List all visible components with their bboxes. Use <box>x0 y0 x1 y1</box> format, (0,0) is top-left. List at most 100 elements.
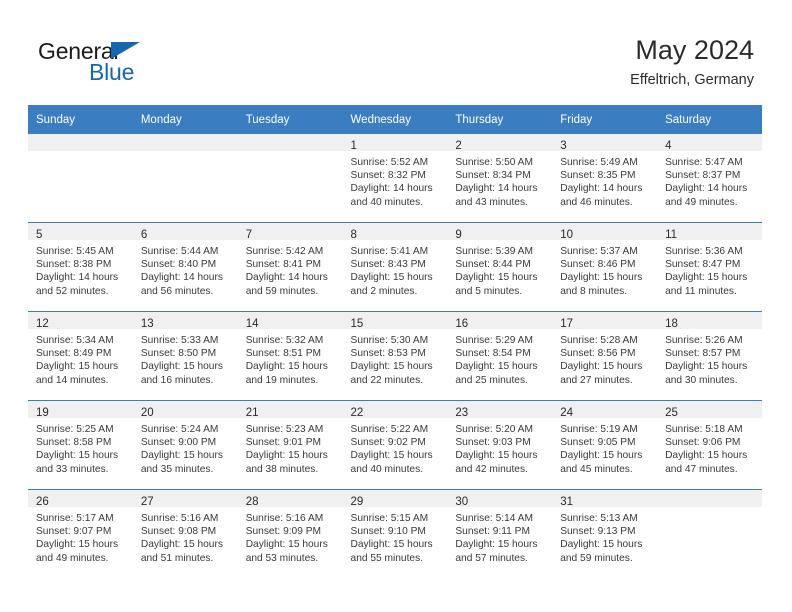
sunset-text: Sunset: 8:37 PM <box>665 170 741 182</box>
day-number: 18 <box>665 318 678 330</box>
calendar-day-cell[interactable]: 5 Sunrise: 5:45 AM Sunset: 8:38 PM Daylight… <box>28 222 133 312</box>
daylight-text: Daylight: 14 hours and 49 minutes. <box>665 183 748 208</box>
day-details: Sunrise: 5:20 AM Sunset: 9:03 PM Daylight:… <box>447 418 552 476</box>
sunrise-text: Sunrise: 5:16 AM <box>245 513 324 524</box>
calendar-day-cell[interactable]: 27 Sunrise: 5:16 AM Sunset: 9:08 PM Dayligh… <box>132 489 238 578</box>
day-number-band: 18 <box>657 312 762 330</box>
daylight-text: Daylight: 15 hours and 8 minutes. <box>560 272 643 297</box>
day-number: 20 <box>140 407 154 419</box>
daylight-text: Daylight: 15 hours and 55 minutes. <box>350 539 433 564</box>
day-details: Sunrise: 5:36 AM Sunset: 8:47 PM Daylight:… <box>657 240 762 298</box>
day-number: 31 <box>560 496 574 508</box>
general-blue-logo[interactable]: General Blue <box>38 38 218 90</box>
day-details: Sunrise: 5:28 AM Sunset: 8:56 PM Daylight:… <box>552 329 657 387</box>
weekday-header-thursday: Thursday <box>447 105 553 134</box>
title-block: May 2024 Effeltrich, Germany <box>630 34 754 90</box>
calendar-day-cell[interactable]: 8 Sunrise: 5:41 AM Sunset: 8:43 PM Daylight… <box>342 222 448 312</box>
calendar-day-cell[interactable]: 31 Sunrise: 5:13 AM Sunset: 9:13 PM Dayligh… <box>552 489 658 578</box>
calendar-day-cell[interactable]: 20 Sunrise: 5:24 AM Sunset: 9:00 PM Dayligh… <box>132 400 238 490</box>
sunset-text: Sunset: 8:44 PM <box>455 259 531 271</box>
sunrise-text: Sunrise: 5:20 AM <box>455 424 533 435</box>
calendar-day-cell[interactable]: 3 Sunrise: 5:49 AM Sunset: 8:35 PM Daylight… <box>552 134 658 223</box>
calendar-day-cell[interactable]: 29 Sunrise: 5:15 AM Sunset: 9:10 PM Dayligh… <box>342 489 448 578</box>
calendar-empty-cell <box>237 134 343 223</box>
sunset-text: Sunset: 8:34 PM <box>455 170 531 182</box>
sunrise-text: Sunrise: 5:50 AM <box>455 157 533 168</box>
sunset-text: Sunset: 8:58 PM <box>36 437 112 449</box>
sunrise-text: Sunrise: 5:32 AM <box>245 335 324 346</box>
calendar-day-cell[interactable]: 13 Sunrise: 5:33 AM Sunset: 8:50 PM Dayligh… <box>132 311 238 401</box>
calendar-day-cell[interactable]: 17 Sunrise: 5:28 AM Sunset: 8:56 PM Dayligh… <box>552 311 658 401</box>
calendar-day-cell[interactable]: 15 Sunrise: 5:30 AM Sunset: 8:53 PM Dayligh… <box>342 311 448 401</box>
day-number: 29 <box>350 496 364 508</box>
sunrise-text: Sunrise: 5:41 AM <box>350 246 429 257</box>
day-number-band: 9 <box>447 223 553 241</box>
daylight-text: Daylight: 15 hours and 51 minutes. <box>140 539 223 564</box>
calendar-day-cell[interactable]: 28 Sunrise: 5:16 AM Sunset: 9:09 PM Dayligh… <box>237 489 343 578</box>
sunrise-text: Sunrise: 5:19 AM <box>560 424 638 435</box>
day-cell-content <box>657 490 762 578</box>
day-number-band: 12 <box>28 312 133 330</box>
calendar-day-cell[interactable]: 7 Sunrise: 5:42 AM Sunset: 8:41 PM Daylight… <box>237 222 343 312</box>
day-number: 27 <box>140 496 154 508</box>
calendar-day-cell[interactable]: 12 Sunrise: 5:34 AM Sunset: 8:49 PM Dayligh… <box>28 311 133 401</box>
calendar-day-cell[interactable]: 2 Sunrise: 5:50 AM Sunset: 8:34 PM Daylight… <box>447 134 553 223</box>
daylight-text: Daylight: 15 hours and 40 minutes. <box>350 450 433 475</box>
sunrise-text: Sunrise: 5:25 AM <box>36 424 114 435</box>
day-number: 2 <box>455 140 462 152</box>
calendar-day-cell[interactable]: 10 Sunrise: 5:37 AM Sunset: 8:46 PM Dayligh… <box>552 222 658 312</box>
daylight-text: Daylight: 15 hours and 38 minutes. <box>245 450 328 475</box>
sunset-text: Sunset: 9:03 PM <box>455 437 531 449</box>
day-cell-content: 16 Sunrise: 5:29 AM Sunset: 8:54 PM Dayligh… <box>447 312 553 400</box>
sunrise-text: Sunrise: 5:33 AM <box>140 335 219 346</box>
calendar-body: 1 Sunrise: 5:52 AM Sunset: 8:32 PM Daylight… <box>28 134 762 578</box>
day-details: Sunrise: 5:18 AM Sunset: 9:06 PM Daylight:… <box>657 418 762 476</box>
sunrise-text: Sunrise: 5:34 AM <box>36 335 114 346</box>
calendar-day-cell[interactable]: 18 Sunrise: 5:26 AM Sunset: 8:57 PM Dayligh… <box>657 311 762 401</box>
calendar-day-cell[interactable]: 16 Sunrise: 5:29 AM Sunset: 8:54 PM Dayligh… <box>447 311 553 401</box>
day-number-band: 1 <box>342 134 448 152</box>
calendar-day-cell[interactable]: 26 Sunrise: 5:17 AM Sunset: 9:07 PM Dayligh… <box>28 489 133 578</box>
calendar-day-cell[interactable]: 24 Sunrise: 5:19 AM Sunset: 9:05 PM Dayligh… <box>552 400 658 490</box>
day-details: Sunrise: 5:52 AM Sunset: 8:32 PM Daylight:… <box>343 151 448 209</box>
calendar-day-cell[interactable]: 4 Sunrise: 5:47 AM Sunset: 8:37 PM Daylight… <box>657 134 762 223</box>
sunrise-text: Sunrise: 5:30 AM <box>350 335 429 346</box>
sunset-text: Sunset: 8:57 PM <box>665 348 741 360</box>
day-cell-content: 29 Sunrise: 5:15 AM Sunset: 9:10 PM Dayligh… <box>342 490 448 578</box>
sunrise-text: Sunrise: 5:14 AM <box>455 513 533 524</box>
calendar-day-cell[interactable]: 30 Sunrise: 5:14 AM Sunset: 9:11 PM Dayligh… <box>447 489 553 578</box>
calendar-day-cell[interactable]: 21 Sunrise: 5:23 AM Sunset: 9:01 PM Dayligh… <box>237 400 343 490</box>
day-number: 23 <box>455 407 469 419</box>
daylight-text: Daylight: 15 hours and 59 minutes. <box>560 539 643 564</box>
day-details: Sunrise: 5:44 AM Sunset: 8:40 PM Daylight:… <box>133 240 238 298</box>
daylight-text: Daylight: 15 hours and 42 minutes. <box>455 450 538 475</box>
calendar-day-cell[interactable]: 11 Sunrise: 5:36 AM Sunset: 8:47 PM Dayligh… <box>657 222 762 312</box>
calendar-day-cell[interactable]: 1 Sunrise: 5:52 AM Sunset: 8:32 PM Daylight… <box>342 134 448 223</box>
day-details: Sunrise: 5:24 AM Sunset: 9:00 PM Daylight:… <box>133 418 238 476</box>
calendar-day-cell[interactable]: 14 Sunrise: 5:32 AM Sunset: 8:51 PM Dayligh… <box>237 311 343 401</box>
weekday-header-monday: Monday <box>132 105 238 134</box>
day-number-band: 6 <box>132 223 238 241</box>
sunrise-text: Sunrise: 5:44 AM <box>140 246 219 257</box>
day-cell-content: 20 Sunrise: 5:24 AM Sunset: 9:00 PM Dayligh… <box>132 401 238 489</box>
sunset-text: Sunset: 8:40 PM <box>140 259 217 271</box>
calendar-day-cell[interactable]: 9 Sunrise: 5:39 AM Sunset: 8:44 PM Daylight… <box>447 222 553 312</box>
day-cell-content: 13 Sunrise: 5:33 AM Sunset: 8:50 PM Dayligh… <box>132 312 238 400</box>
calendar-day-cell[interactable]: 23 Sunrise: 5:20 AM Sunset: 9:03 PM Dayligh… <box>447 400 553 490</box>
calendar-day-cell[interactable]: 25 Sunrise: 5:18 AM Sunset: 9:06 PM Dayligh… <box>657 400 762 490</box>
calendar-empty-cell <box>132 134 238 223</box>
sunset-text: Sunset: 9:05 PM <box>560 437 636 449</box>
day-number-band: 24 <box>552 401 658 419</box>
sunset-text: Sunset: 8:56 PM <box>560 348 636 360</box>
calendar-week-row: 5 Sunrise: 5:45 AM Sunset: 8:38 PM Daylight… <box>28 222 762 312</box>
day-cell-content: 19 Sunrise: 5:25 AM Sunset: 8:58 PM Dayligh… <box>28 401 133 489</box>
calendar-day-cell[interactable]: 6 Sunrise: 5:44 AM Sunset: 8:40 PM Daylight… <box>132 222 238 312</box>
calendar-day-cell[interactable]: 19 Sunrise: 5:25 AM Sunset: 8:58 PM Dayligh… <box>28 400 133 490</box>
daylight-text: Daylight: 14 hours and 56 minutes. <box>140 272 223 297</box>
day-details: Sunrise: 5:33 AM Sunset: 8:50 PM Daylight:… <box>133 329 238 387</box>
day-number: 28 <box>245 496 259 508</box>
daylight-text: Daylight: 15 hours and 19 minutes. <box>245 361 328 386</box>
sunrise-text: Sunrise: 5:39 AM <box>455 246 533 257</box>
day-details: Sunrise: 5:47 AM Sunset: 8:37 PM Daylight:… <box>657 151 762 209</box>
calendar-day-cell[interactable]: 22 Sunrise: 5:22 AM Sunset: 9:02 PM Dayligh… <box>342 400 448 490</box>
